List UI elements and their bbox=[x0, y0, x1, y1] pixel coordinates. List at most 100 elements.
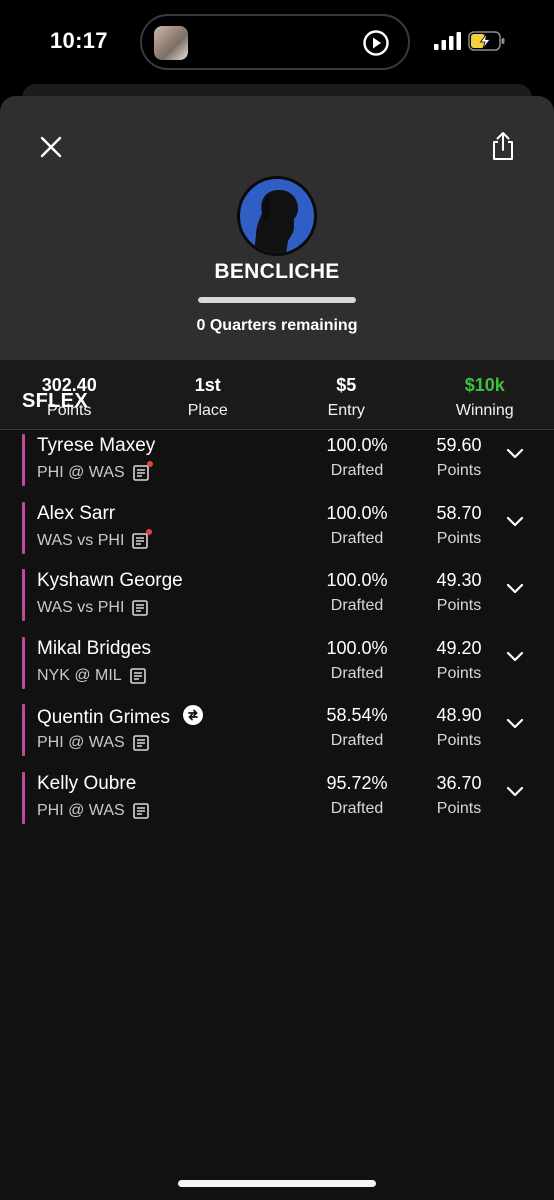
stat-place-label: Place bbox=[187, 402, 228, 419]
player-game: PHI @ WAS bbox=[37, 734, 149, 752]
stat-place: 1st Place bbox=[139, 360, 278, 429]
stat-entry-label: Entry bbox=[327, 402, 365, 419]
position-bar bbox=[22, 771, 25, 824]
player-game-text: PHI @ WAS bbox=[37, 464, 125, 481]
player-row[interactable]: Kyshawn George WAS vs PHI 100.0% Drafted… bbox=[0, 565, 554, 633]
chevron-down-icon[interactable] bbox=[506, 583, 524, 595]
points-value: 48.90 bbox=[436, 705, 482, 726]
player-drafted: 100.0% Drafted bbox=[312, 638, 402, 683]
points-label: Points bbox=[436, 664, 482, 682]
drafted-value: 95.72% bbox=[326, 772, 388, 793]
points-value: 58.70 bbox=[436, 502, 482, 523]
drafted-value: 58.54% bbox=[326, 705, 388, 726]
player-points: 48.90 Points bbox=[424, 705, 494, 750]
player-game-text: WAS vs PHI bbox=[37, 531, 125, 549]
stat-entry: $5 Entry bbox=[277, 360, 416, 429]
player-row[interactable]: Tyrese Maxey PHI @ WAS 100.0% Drafted 59… bbox=[0, 430, 554, 498]
player-row[interactable]: Kelly Oubre PHI @ WAS 95.72% Drafted 36.… bbox=[0, 768, 554, 836]
news-icon[interactable] bbox=[132, 735, 149, 752]
player-game-text: WAS vs PHI bbox=[37, 599, 125, 617]
points-label: Points bbox=[436, 529, 482, 547]
chevron-down-icon[interactable] bbox=[506, 516, 524, 528]
player-points: 59.60 Points bbox=[424, 435, 494, 480]
status-time: 10:17 bbox=[50, 28, 108, 53]
entry-header: BENCLICHE 0 Quarters remaining bbox=[0, 96, 554, 360]
player-name: Mikal Bridges bbox=[37, 637, 152, 659]
battery-charging-icon bbox=[468, 31, 505, 51]
drafted-value: 100.0% bbox=[326, 570, 388, 591]
alert-dot bbox=[146, 461, 153, 467]
player-drafted: 95.72% Drafted bbox=[312, 773, 402, 818]
points-label: Points bbox=[436, 462, 482, 479]
dynamic-island[interactable] bbox=[140, 14, 410, 70]
username: BENCLICHE bbox=[214, 260, 340, 283]
avatar bbox=[237, 176, 317, 256]
signal-icon bbox=[434, 32, 461, 50]
news-icon[interactable] bbox=[132, 600, 149, 616]
status-bar: 10:17 bbox=[0, 0, 554, 86]
news-icon[interactable] bbox=[132, 528, 153, 549]
swap-icon[interactable] bbox=[183, 705, 204, 726]
alert-dot bbox=[146, 528, 153, 535]
player-game: PHI @ WAS bbox=[37, 802, 149, 820]
points-label: Points bbox=[436, 799, 482, 817]
player-points: 49.30 Points bbox=[424, 570, 494, 615]
points-label: Points bbox=[436, 597, 482, 615]
drafted-label: Drafted bbox=[330, 597, 384, 615]
points-value: 36.70 bbox=[436, 772, 482, 793]
news-icon[interactable] bbox=[132, 803, 149, 819]
stat-place-value: 1st bbox=[194, 375, 221, 395]
player-drafted: 100.0% Drafted bbox=[312, 570, 402, 615]
player-row[interactable]: Alex Sarr WAS vs PHI 100.0% Drafted 58.7… bbox=[0, 498, 554, 566]
position-bar bbox=[22, 569, 25, 622]
stat-entry-value: $5 bbox=[336, 375, 357, 395]
chevron-down-icon[interactable] bbox=[506, 786, 524, 798]
player-game: PHI @ WAS bbox=[37, 461, 153, 482]
player-drafted: 58.54% Drafted bbox=[312, 705, 402, 750]
news-icon[interactable] bbox=[129, 667, 146, 684]
chevron-down-icon[interactable] bbox=[506, 448, 524, 460]
player-points: 49.20 Points bbox=[424, 638, 494, 683]
player-game-text: NYK @ MIL bbox=[37, 666, 122, 684]
player-game: NYK @ MIL bbox=[37, 667, 146, 685]
close-icon[interactable] bbox=[36, 132, 66, 162]
stat-winning-label: Winning bbox=[455, 402, 514, 419]
drafted-label: Drafted bbox=[330, 664, 384, 682]
drafted-label: Drafted bbox=[330, 799, 384, 817]
drafted-value: 100.0% bbox=[326, 637, 388, 658]
dog-silhouette-icon bbox=[254, 190, 298, 253]
quarters-progress-fill bbox=[198, 297, 356, 303]
stat-winning-value: $10k bbox=[464, 375, 505, 395]
share-icon[interactable] bbox=[486, 130, 520, 164]
media-thumbnail bbox=[154, 26, 188, 60]
player-drafted: 100.0% Drafted bbox=[312, 435, 402, 480]
player-points: 36.70 Points bbox=[424, 773, 494, 818]
player-drafted: 100.0% Drafted bbox=[312, 503, 402, 548]
player-name-text: Quentin Grimes bbox=[37, 707, 171, 729]
quarters-progress bbox=[198, 297, 356, 303]
player-game: WAS vs PHI bbox=[37, 599, 149, 617]
chevron-down-icon[interactable] bbox=[506, 651, 524, 663]
points-label: Points bbox=[436, 732, 482, 750]
player-game-text: PHI @ WAS bbox=[37, 734, 125, 752]
home-indicator[interactable] bbox=[178, 1180, 376, 1187]
player-list: Tyrese Maxey PHI @ WAS 100.0% Drafted 59… bbox=[0, 430, 554, 836]
drafted-label: Drafted bbox=[330, 462, 384, 479]
player-game-text: PHI @ WAS bbox=[37, 801, 125, 819]
play-icon[interactable] bbox=[362, 29, 390, 57]
player-name: Tyrese Maxey bbox=[37, 435, 156, 456]
drafted-value: 100.0% bbox=[326, 502, 388, 523]
player-name: Kyshawn George bbox=[37, 570, 183, 592]
player-row[interactable]: Quentin Grimes PHI @ WAS 58.54% Drafted … bbox=[0, 700, 554, 768]
position-bar bbox=[22, 434, 25, 486]
quarters-remaining: 0 Quarters remaining bbox=[196, 317, 358, 334]
chevron-down-icon[interactable] bbox=[506, 718, 524, 730]
player-row[interactable]: Mikal Bridges NYK @ MIL 100.0% Drafted 4… bbox=[0, 633, 554, 701]
stat-winning: $10k Winning bbox=[416, 360, 554, 429]
drafted-value: 100.0% bbox=[326, 435, 388, 455]
player-points: 58.70 Points bbox=[424, 503, 494, 548]
player-name: Alex Sarr bbox=[37, 502, 116, 524]
news-icon[interactable] bbox=[132, 461, 153, 481]
position-bar bbox=[22, 636, 25, 689]
player-name: Kelly Oubre bbox=[37, 772, 137, 794]
